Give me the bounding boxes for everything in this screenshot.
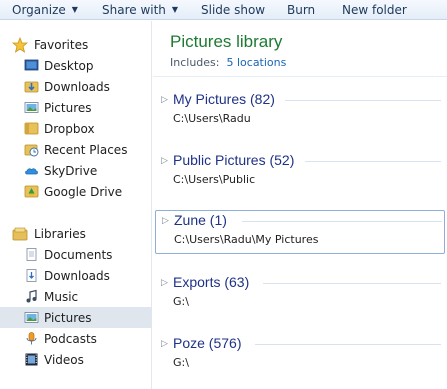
nav-libraries[interactable]: Libraries <box>0 223 152 244</box>
group-path: C:\Users\Radu <box>173 112 251 125</box>
nav-item-label: Music <box>44 289 79 304</box>
group-path: C:\Users\Public <box>173 173 256 186</box>
expand-arrow-icon[interactable]: ▷ <box>162 216 169 226</box>
slide-show-button[interactable]: Slide show <box>201 0 265 20</box>
group-separator <box>305 161 441 162</box>
group-separator <box>242 221 442 222</box>
nav-item-dropbox[interactable]: Dropbox <box>0 118 152 139</box>
new-folder-label: New folder <box>342 2 407 17</box>
nav-item-label: Podcasts <box>44 331 97 346</box>
nav-item-label: Desktop <box>44 58 94 73</box>
nav-item-library-downloads[interactable]: Downloads <box>0 265 152 286</box>
group-title: My Pictures (82) <box>173 91 275 107</box>
includes-row: Includes: 5 locations <box>170 56 286 69</box>
music-icon <box>26 289 37 303</box>
nav-favorites[interactable]: Favorites <box>0 34 152 55</box>
nav-item-desktop[interactable]: Desktop <box>0 55 152 76</box>
pictures-icon <box>24 312 39 323</box>
videos-icon <box>25 353 38 366</box>
dropdown-arrow-icon: ▼ <box>171 5 179 14</box>
expand-arrow-icon[interactable]: ▷ <box>161 156 168 166</box>
includes-label: Includes: <box>170 56 220 69</box>
downloads-folder-icon <box>24 81 39 93</box>
group-path: G:\ <box>173 356 189 369</box>
libraries-icon <box>12 227 28 241</box>
nav-item-label: Dropbox <box>44 121 95 136</box>
group-title: Poze (576) <box>173 335 242 351</box>
nav-item-music[interactable]: Music <box>0 286 152 307</box>
nav-item-label: Pictures <box>44 310 92 325</box>
star-icon <box>12 37 28 53</box>
nav-item-label: Google Drive <box>44 184 123 199</box>
nav-item-label: Recent Places <box>44 142 128 157</box>
nav-item-documents[interactable]: Documents <box>0 244 152 265</box>
nav-item-label: Documents <box>44 247 113 262</box>
nav-favorites-label: Favorites <box>34 37 89 52</box>
group-title: Exports (63) <box>173 274 250 290</box>
expand-arrow-icon[interactable]: ▷ <box>161 95 168 105</box>
command-bar: Organize ▼ Share with ▼ Slide show Burn … <box>0 0 447 20</box>
recent-places-icon <box>24 144 39 157</box>
nav-item-podcasts[interactable]: Podcasts <box>0 328 152 349</box>
skydrive-icon <box>25 168 38 175</box>
nav-item-downloads[interactable]: Downloads <box>0 76 152 97</box>
nav-item-label: Pictures <box>44 100 92 115</box>
group-separator <box>263 283 441 284</box>
burn-label: Burn <box>287 2 316 17</box>
share-with-menu-button[interactable]: Share with ▼ <box>102 0 178 20</box>
group-separator <box>285 100 441 101</box>
podcasts-icon <box>26 332 37 345</box>
desktop-icon <box>24 59 39 71</box>
group-path: G:\ <box>173 295 189 308</box>
group-exports[interactable]: ▷ Exports (63) G:\ <box>155 273 445 317</box>
share-with-label: Share with <box>102 2 166 17</box>
group-zune[interactable]: ▷ Zune (1) C:\Users\Radu\My Pictures <box>155 210 445 254</box>
slide-show-label: Slide show <box>201 2 266 17</box>
nav-item-library-pictures[interactable]: Pictures <box>0 307 152 328</box>
nav-item-pictures[interactable]: Pictures <box>0 97 152 118</box>
navigation-pane: Favorites Desktop Downloads Pictures Dro… <box>0 21 152 389</box>
group-path: C:\Users\Radu\My Pictures <box>174 233 319 246</box>
group-public-pictures[interactable]: ▷ Public Pictures (52) C:\Users\Public <box>155 151 445 195</box>
nav-item-skydrive[interactable]: SkyDrive <box>0 160 152 181</box>
burn-button[interactable]: Burn <box>287 0 315 20</box>
nav-item-label: SkyDrive <box>44 163 98 178</box>
library-title: Pictures library <box>170 32 283 51</box>
dropdown-arrow-icon: ▼ <box>71 5 78 14</box>
header-divider <box>153 76 447 77</box>
pictures-icon <box>24 102 39 113</box>
nav-item-videos[interactable]: Videos <box>0 349 152 370</box>
google-drive-icon <box>24 185 39 198</box>
group-my-pictures[interactable]: ▷ My Pictures (82) C:\Users\Radu <box>155 90 445 134</box>
nav-libraries-label: Libraries <box>34 226 86 241</box>
organize-label: Organize <box>12 2 66 17</box>
expand-arrow-icon[interactable]: ▷ <box>161 339 168 349</box>
content-pane: Pictures library Includes: 5 locations ▷ … <box>153 21 447 389</box>
group-poze[interactable]: ▷ Poze (576) G:\ <box>155 334 445 378</box>
nav-item-label: Downloads <box>44 79 110 94</box>
group-separator <box>255 344 441 345</box>
dropbox-folder-icon <box>24 122 39 135</box>
expand-arrow-icon[interactable]: ▷ <box>161 278 168 288</box>
documents-icon <box>26 248 37 261</box>
new-folder-button[interactable]: New folder <box>342 0 407 20</box>
nav-item-google-drive[interactable]: Google Drive <box>0 181 152 202</box>
locations-link[interactable]: 5 locations <box>226 56 286 69</box>
group-title: Zune (1) <box>174 212 227 228</box>
group-title: Public Pictures (52) <box>173 152 295 168</box>
nav-item-label: Videos <box>44 352 84 367</box>
nav-item-recent-places[interactable]: Recent Places <box>0 139 152 160</box>
organize-menu-button[interactable]: Organize ▼ <box>12 0 78 20</box>
nav-item-label: Downloads <box>44 268 110 283</box>
downloads-icon <box>26 269 37 282</box>
